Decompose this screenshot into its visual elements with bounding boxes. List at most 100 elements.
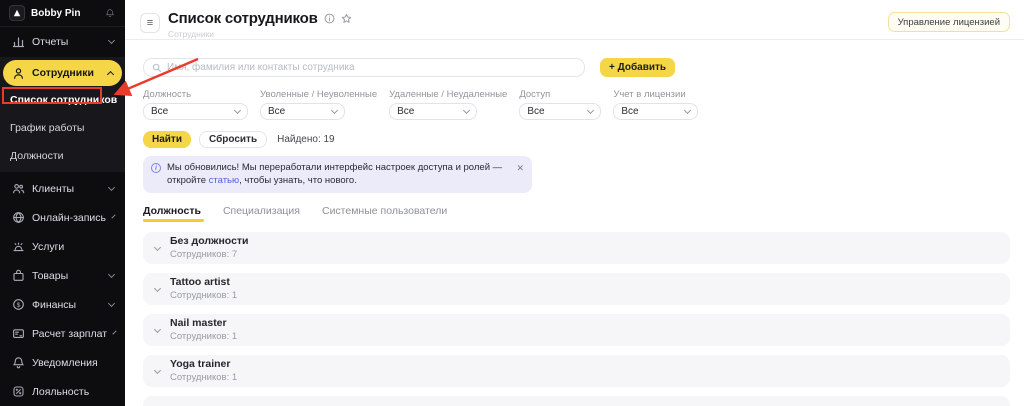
content: + Добавить Должность Все Уволенные / Неу…	[125, 40, 1024, 406]
list-item[interactable]: Yoga trainer Сотрудников: 1	[143, 355, 1010, 387]
position-title: Nail master	[170, 317, 237, 330]
chevron-down-icon	[108, 300, 115, 307]
list-item[interactable]: Без должности Сотрудников: 7	[143, 232, 1010, 264]
filter-position: Должность Все	[143, 89, 248, 120]
position-title: Tattoo artist	[170, 276, 237, 289]
chevron-down-icon	[154, 244, 161, 251]
filter-deleted: Удаленные / Неудаленные Все	[389, 89, 507, 120]
menu-button[interactable]: ≡	[140, 13, 160, 33]
sidebar-item-label: График работы	[10, 122, 84, 134]
tab-position[interactable]: Должность	[143, 205, 201, 222]
filter-access-select[interactable]: Все	[519, 103, 601, 120]
banner-article-link[interactable]: статью	[209, 175, 240, 186]
brand-logo[interactable]	[9, 5, 25, 21]
sidebar-item-label: Список сотрудников	[10, 94, 117, 106]
add-employee-button[interactable]: + Добавить	[600, 58, 675, 77]
filter-label: Удаленные / Неудаленные	[389, 89, 507, 100]
brand-name: Bobby Pin	[31, 8, 80, 19]
main-area: ≡ Список сотрудников Сотрудники Управлен…	[125, 0, 1024, 406]
tab-label: Должность	[143, 205, 201, 217]
chevron-down-icon	[463, 107, 470, 114]
position-title: Yoga trainer	[170, 358, 237, 371]
filter-label: Доступ	[519, 89, 601, 100]
tab-system-users[interactable]: Системные пользователи	[322, 205, 447, 222]
sidebar-item-notifications[interactable]: Уведомления	[0, 348, 125, 377]
sidebar-item-employee-list[interactable]: Список сотрудников	[0, 86, 125, 114]
reset-button[interactable]: Сбросить	[199, 131, 267, 148]
sidebar-item-label: Должности	[10, 150, 64, 162]
filter-position-select[interactable]: Все	[143, 103, 248, 120]
filter-value: Все	[397, 106, 414, 117]
chevron-down-icon	[154, 285, 161, 292]
star-icon[interactable]	[341, 13, 352, 24]
page-header: ≡ Список сотрудников Сотрудники Управлен…	[125, 0, 1024, 40]
sidebar-employees-group: Сотрудники Список сотрудников График раб…	[0, 57, 125, 172]
tabs: Должность Специализация Системные пользо…	[143, 205, 1010, 222]
sidebar-item-employees[interactable]: Сотрудники	[3, 60, 122, 86]
sidebar-item-label: Уведомления	[32, 357, 98, 369]
banner-info-icon: i	[151, 163, 161, 173]
actions-row: Найти Сбросить Найдено: 19	[143, 131, 1010, 148]
sidebar: Bobby Pin Отчеты Сотрудники Список сотру…	[0, 0, 125, 406]
sidebar-item-label: Онлайн-запись	[32, 212, 106, 224]
filter-value: Все	[621, 106, 638, 117]
search-icon	[152, 63, 162, 73]
position-count: Сотрудников: 1	[170, 372, 237, 384]
bell-icon	[12, 356, 25, 369]
list-item-partial[interactable]	[143, 396, 1010, 406]
sidebar-item-label: Сотрудники	[32, 67, 94, 79]
list-item[interactable]: Nail master Сотрудников: 1	[143, 314, 1010, 346]
filter-value: Все	[268, 106, 285, 117]
search-row: + Добавить	[143, 58, 1010, 77]
chevron-down-icon	[154, 326, 161, 333]
globe-icon	[12, 211, 25, 224]
people-icon	[12, 182, 25, 195]
payroll-card-icon	[12, 327, 25, 340]
banner-text: Мы обновились! Мы переработали интерфейс…	[167, 161, 506, 188]
sidebar-item-products[interactable]: Товары	[0, 261, 125, 290]
sidebar-item-label: Расчет зарплат	[32, 328, 107, 340]
sidebar-item-online-booking[interactable]: Онлайн-запись	[0, 203, 125, 232]
filter-deleted-select[interactable]: Все	[389, 103, 477, 120]
filter-label: Уволенные / Неуволенные	[260, 89, 377, 100]
breadcrumb: Сотрудники	[168, 29, 352, 39]
chevron-down-icon	[112, 330, 116, 334]
svg-text:$: $	[17, 302, 21, 309]
sidebar-header: Bobby Pin	[0, 0, 125, 27]
filter-license: Учет в лицензии Все	[613, 89, 698, 120]
banner-close-icon[interactable]: ✕	[516, 163, 524, 174]
search-input[interactable]	[167, 62, 576, 73]
sidebar-item-services[interactable]: Услуги	[0, 232, 125, 261]
sidebar-item-loyalty[interactable]: Лояльность	[0, 377, 125, 406]
sidebar-item-finance[interactable]: $ Финансы	[0, 290, 125, 319]
sidebar-item-positions[interactable]: Должности	[0, 142, 125, 170]
list-item[interactable]: Tattoo artist Сотрудников: 1	[143, 273, 1010, 305]
sidebar-item-reports[interactable]: Отчеты	[0, 27, 125, 56]
banner-text-after: , чтобы узнать, что нового.	[239, 175, 357, 186]
percent-icon	[12, 385, 25, 398]
brand-logo-icon	[12, 8, 22, 18]
position-title: Без должности	[170, 235, 249, 248]
sidebar-nav: Отчеты Сотрудники Список сотрудников Гра…	[0, 27, 125, 406]
filter-fired: Уволенные / Неуволенные Все	[260, 89, 377, 120]
person-icon	[12, 67, 25, 80]
tab-specialization[interactable]: Специализация	[223, 205, 300, 222]
app-root: Bobby Pin Отчеты Сотрудники Список сотру…	[0, 0, 1024, 406]
filter-fired-select[interactable]: Все	[260, 103, 345, 120]
sidebar-item-work-schedule[interactable]: График работы	[0, 114, 125, 142]
info-icon[interactable]	[324, 13, 335, 24]
filter-access: Доступ Все	[519, 89, 601, 120]
chevron-down-icon	[587, 107, 594, 114]
filter-label: Учет в лицензии	[613, 89, 698, 100]
chevron-down-icon	[234, 107, 241, 114]
license-button[interactable]: Управление лицензией	[888, 12, 1010, 32]
filter-label: Должность	[143, 89, 248, 100]
chevron-up-icon	[107, 70, 114, 77]
sidebar-item-payroll[interactable]: Расчет зарплат	[0, 319, 125, 348]
info-banner: i Мы обновились! Мы переработали интерфе…	[143, 156, 532, 193]
find-button[interactable]: Найти	[143, 131, 191, 148]
filter-license-select[interactable]: Все	[613, 103, 698, 120]
found-count: Найдено: 19	[277, 134, 335, 145]
header-bell-icon[interactable]	[105, 8, 115, 18]
sidebar-item-clients[interactable]: Клиенты	[0, 174, 125, 203]
